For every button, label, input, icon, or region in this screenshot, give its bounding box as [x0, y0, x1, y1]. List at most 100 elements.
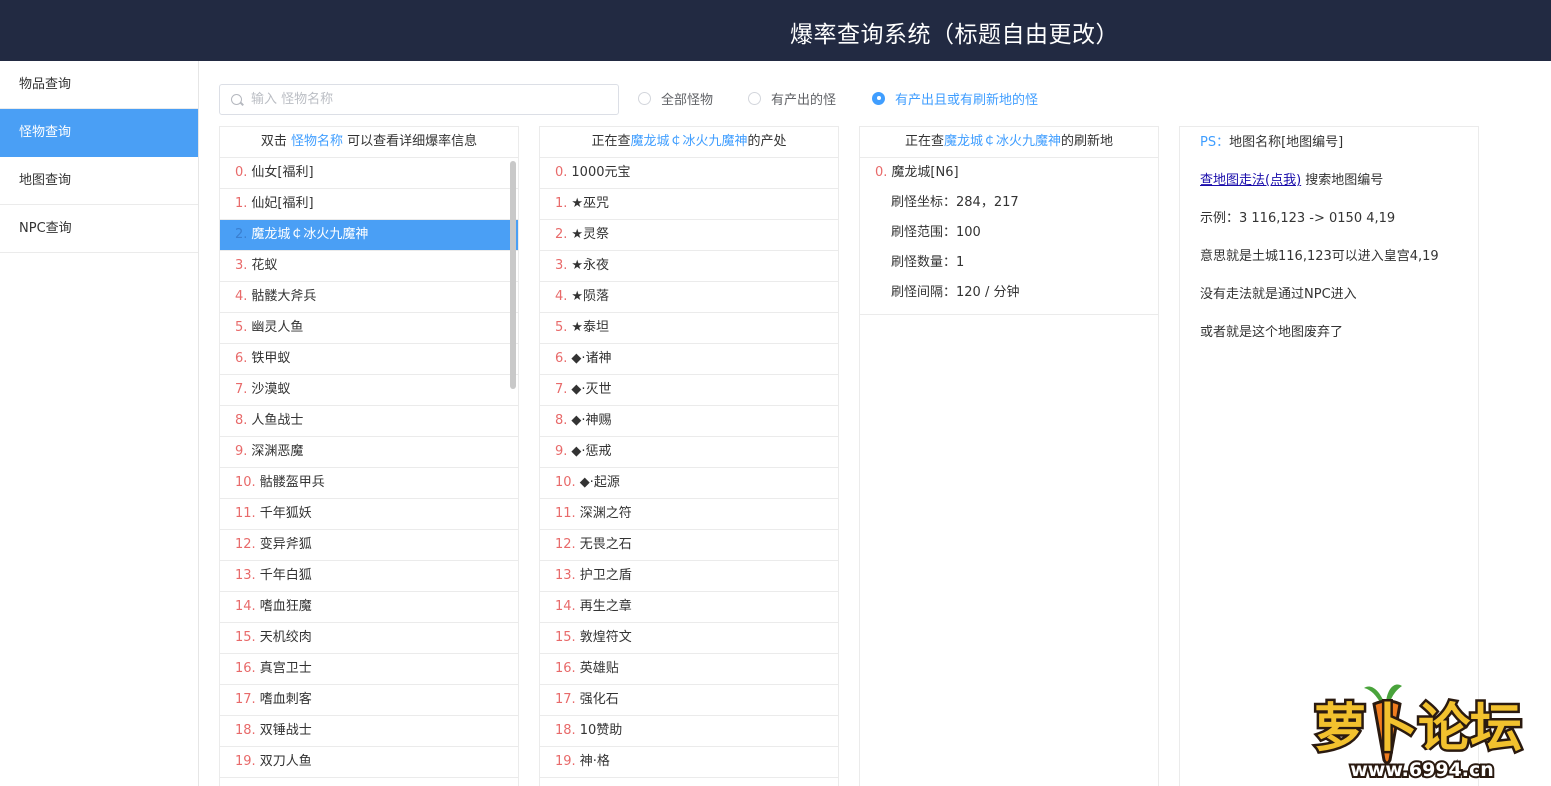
scrollbar-thumb[interactable] — [510, 161, 516, 389]
monster-list-item[interactable]: 8. 人鱼战士 — [220, 406, 518, 437]
header-highlight: 魔龙城￠冰火九魔神 — [630, 134, 748, 149]
drop-list-item[interactable]: 9. ◆·惩戒 — [540, 437, 838, 468]
radio-dot-checked[interactable] — [872, 91, 885, 105]
monster-list-item[interactable]: 18. 双锤战士 — [220, 716, 518, 747]
filter-monsters-with-drops[interactable]: 有产出的怪 — [748, 89, 836, 108]
drop-list-item[interactable]: 11. 深渊之符 — [540, 499, 838, 530]
list-index: 8. — [235, 413, 248, 428]
drop-list-item[interactable]: 4. ★陨落 — [540, 282, 838, 313]
list-item-name: 深渊恶魔 — [251, 444, 304, 459]
list-item-name: 嗜血刺客 — [259, 692, 312, 707]
list-index: 17. — [235, 692, 256, 707]
monster-list-item[interactable]: 9. 深渊恶魔 — [220, 437, 518, 468]
drop-list-item[interactable]: 8. ◆·神赐 — [540, 406, 838, 437]
spawn-map-item[interactable]: 0. 魔龙城[N6] — [860, 158, 1158, 188]
list-index: 19. — [235, 754, 256, 769]
spawn-map-name: 魔龙城[N6] — [891, 165, 959, 180]
drop-list-item[interactable]: 5. ★泰坦 — [540, 313, 838, 344]
list-index: 10. — [235, 475, 256, 490]
drop-list-item[interactable]: 17. 强化石 — [540, 685, 838, 716]
monster-list-item[interactable]: 17. 嗜血刺客 — [220, 685, 518, 716]
drop-list-item[interactable]: 18. 10赞助 — [540, 716, 838, 747]
drop-list-item[interactable]: 0. 1000元宝 — [540, 158, 838, 189]
radio-dot[interactable] — [748, 91, 761, 105]
list-index: 9. — [235, 444, 248, 459]
watermark-url: www.6994.cn — [1350, 759, 1494, 781]
monster-list-item[interactable]: 4. 骷髅大斧兵 — [220, 282, 518, 313]
watermark-logo-text: 萝卜论坛 — [1314, 699, 1522, 759]
drop-list-item[interactable]: 6. ◆·诸神 — [540, 344, 838, 375]
drop-list-item[interactable]: 1. ★巫咒 — [540, 189, 838, 220]
list-item-name: ◆·惩戒 — [571, 444, 612, 459]
monster-list-item[interactable]: 0. 仙女[福利] — [220, 158, 518, 189]
list-item-name: 敦煌符文 — [579, 630, 632, 645]
list-item-name: ★陨落 — [571, 289, 610, 304]
header-text: 正在查 — [904, 134, 944, 149]
list-index: 12. — [235, 537, 256, 552]
filter-drops-or-spawns[interactable]: 有产出且或有刷新地的怪 — [872, 89, 1038, 108]
list-item-name: ◆·起源 — [579, 475, 620, 490]
monster-list-item[interactable]: 3. 花蚁 — [220, 251, 518, 282]
monster-list-item[interactable]: 13. 千年白狐 — [220, 561, 518, 592]
list-item-name: 神·格 — [579, 754, 610, 769]
sidebar-item-map-query[interactable]: 地图查询 — [0, 157, 198, 205]
drop-list-item[interactable]: 19. 神·格 — [540, 747, 838, 778]
list-item-name: 再生之章 — [579, 599, 632, 614]
list-index: 14. — [555, 599, 576, 614]
search-box — [219, 84, 619, 115]
ps-label: PS： — [1200, 135, 1230, 150]
monster-list-item[interactable]: 12. 变异斧狐 — [220, 530, 518, 561]
radio-dot[interactable] — [638, 91, 651, 105]
monster-list-item[interactable]: 2. 魔龙城￠冰火九魔神 — [220, 220, 518, 251]
monster-list-item[interactable]: 11. 千年狐妖 — [220, 499, 518, 530]
map-path-link[interactable]: 查地图走法(点我) — [1200, 173, 1301, 188]
ps-meaning: 意思就是土城116,123可以进入皇宫4,19 — [1200, 249, 1439, 264]
list-index: 19. — [555, 754, 576, 769]
drop-list-item[interactable]: 16. 英雄贴 — [540, 654, 838, 685]
ps-example: 示例：3 116,123 -> 0150 4,19 — [1200, 211, 1396, 226]
drop-list-item[interactable]: 3. ★永夜 — [540, 251, 838, 282]
list-index: 8. — [555, 413, 568, 428]
list-item-name: ◆·神赐 — [571, 413, 612, 428]
drop-list-item[interactable]: 13. 护卫之盾 — [540, 561, 838, 592]
monster-list-item[interactable]: 10. 骷髅盔甲兵 — [220, 468, 518, 499]
ps-content: PS：地图名称[地图编号] 查地图走法(点我) 搜索地图编号 示例：3 116,… — [1180, 127, 1478, 363]
monster-list-item[interactable]: 15. 天机绞肉 — [220, 623, 518, 654]
drop-list-item[interactable]: 10. ◆·起源 — [540, 468, 838, 499]
list-index: 0. — [235, 165, 248, 180]
monster-list-item[interactable]: 16. 真宫卫士 — [220, 654, 518, 685]
drop-list-item[interactable]: 7. ◆·灭世 — [540, 375, 838, 406]
monster-list-item[interactable]: 6. 铁甲蚁 — [220, 344, 518, 375]
list-item-name: 英雄贴 — [579, 661, 619, 676]
header-highlight: 怪物名称 — [290, 134, 343, 149]
drop-list-item[interactable]: 15. 敦煌符文 — [540, 623, 838, 654]
list-item-name: ◆·灭世 — [571, 382, 612, 397]
monster-list-item[interactable]: 5. 幽灵人鱼 — [220, 313, 518, 344]
list-item-name: 变异斧狐 — [259, 537, 312, 552]
list-item-name: 1000元宝 — [571, 165, 631, 180]
list-item-name: 10赞助 — [579, 723, 623, 738]
list-index: 10. — [555, 475, 576, 490]
drop-list-item[interactable]: 14. 再生之章 — [540, 592, 838, 623]
drop-list-item[interactable]: 2. ★灵祭 — [540, 220, 838, 251]
list-index: 11. — [555, 506, 576, 521]
filter-all-monsters[interactable]: 全部怪物 — [638, 89, 713, 108]
monster-list-item[interactable]: 7. 沙漠蚁 — [220, 375, 518, 406]
monster-list-item[interactable]: 14. 嗜血狂魔 — [220, 592, 518, 623]
list-index: 13. — [555, 568, 576, 583]
monster-list-item[interactable]: 19. 双刀人鱼 — [220, 747, 518, 778]
list-index: 15. — [235, 630, 256, 645]
drops-list: 0. 1000元宝 1. ★巫咒 2. ★灵祭 3. ★永夜 4. ★陨落 5. ★泰坦 6. ◆·诸神 7… — [540, 158, 838, 778]
page-title: 爆率查询系统（标题自由更改） — [790, 22, 1119, 48]
monster-list-item[interactable]: 1. 仙妃[福利] — [220, 189, 518, 220]
sidebar-item-npc-query[interactable]: NPC查询 — [0, 205, 198, 253]
list-item-name: 双锤战士 — [259, 723, 312, 738]
sidebar-item-monster-query[interactable]: 怪物查询 — [0, 109, 198, 157]
spawn-range: 刷怪范围：100 — [891, 225, 981, 240]
search-input[interactable] — [251, 85, 611, 114]
list-index: 7. — [555, 382, 568, 397]
sidebar-item-item-query[interactable]: 物品查询 — [0, 61, 198, 109]
drop-list-item[interactable]: 12. 无畏之石 — [540, 530, 838, 561]
list-item-name: ★巫咒 — [571, 196, 610, 211]
list-item-name: 花蚁 — [251, 258, 278, 273]
